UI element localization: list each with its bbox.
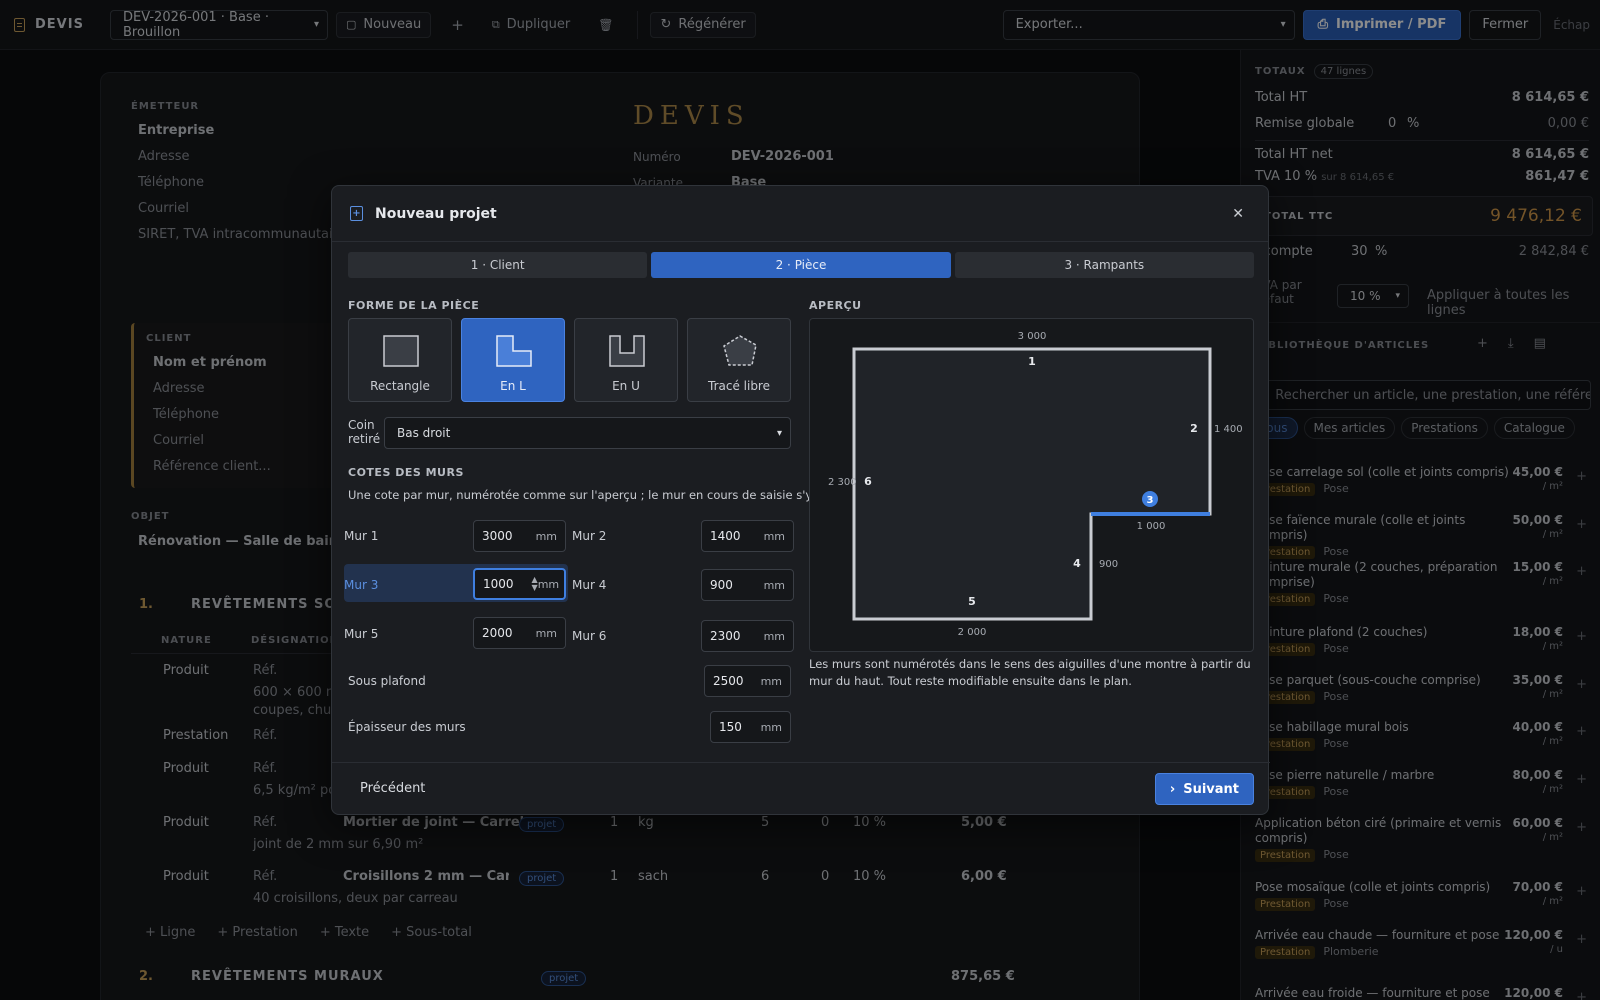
shape-l[interactable]: En L bbox=[461, 318, 565, 402]
thickness-label: Épaisseur des murs bbox=[348, 720, 466, 734]
wizard-steps: 1 · Client 2 · Pièce 3 · Rampants bbox=[348, 252, 1254, 278]
wall-4-unit: mm bbox=[763, 578, 785, 592]
room-preview: 3 000 1 400 1 000 900 2 000 2 300 1 2 3 … bbox=[809, 318, 1254, 652]
preview-note: Les murs sont numérotés dans le sens des… bbox=[809, 657, 1251, 688]
thickness-unit: mm bbox=[760, 720, 782, 734]
chevron-down-icon: ▾ bbox=[776, 427, 782, 439]
corner-select[interactable]: Bas droit ▾ bbox=[384, 417, 791, 449]
ceiling-input[interactable]: 2500 mm bbox=[704, 665, 791, 697]
wall-4-label: Mur 4 bbox=[572, 578, 607, 592]
previous-button[interactable]: Précédent bbox=[360, 781, 425, 796]
wall-2-value: 1400 bbox=[710, 529, 741, 543]
ceiling-value: 2500 bbox=[713, 674, 744, 688]
new-project-dialog: + Nouveau projet ✕ 1 · Client 2 · Pièce … bbox=[331, 185, 1270, 816]
l-shape-icon bbox=[496, 335, 532, 367]
wall-6-input[interactable]: 2300 mm bbox=[701, 620, 794, 652]
ceiling-label: Sous plafond bbox=[348, 674, 426, 688]
next-button-label: Suivant bbox=[1183, 781, 1239, 797]
wall-6-value: 2300 bbox=[710, 629, 741, 643]
wall-5-input[interactable]: 2000 mm bbox=[473, 617, 566, 649]
dim-bottom: 2 000 bbox=[958, 627, 987, 638]
freeform-icon bbox=[723, 335, 757, 366]
wall-5-unit: mm bbox=[535, 626, 557, 640]
dialog-header: + Nouveau projet ✕ bbox=[332, 186, 1268, 242]
corner-label: Coin retiré bbox=[348, 418, 381, 446]
dialog-title: Nouveau projet bbox=[375, 205, 497, 222]
wall-2-input[interactable]: 1400 mm bbox=[701, 520, 794, 552]
wall-2-label: Mur 2 bbox=[572, 529, 607, 543]
room-outline bbox=[852, 347, 1212, 621]
wall-5-label: Mur 5 bbox=[344, 627, 379, 641]
close-icon[interactable]: ✕ bbox=[1232, 206, 1250, 222]
wall-3-unit: mm bbox=[537, 577, 560, 591]
rectangle-icon bbox=[383, 335, 419, 367]
dim-top: 3 000 bbox=[1018, 331, 1047, 342]
shape-l-label: En L bbox=[500, 379, 526, 393]
shape-heading: FORME DE LA PIÈCE bbox=[348, 299, 480, 312]
wall-3-value: 1000 bbox=[483, 577, 514, 591]
wall-number-1: 1 bbox=[1028, 355, 1036, 368]
file-plus-icon: + bbox=[350, 206, 363, 221]
u-shape-icon bbox=[609, 335, 645, 367]
wall-number-4: 4 bbox=[1073, 557, 1081, 570]
dim-left: 2 300 bbox=[828, 477, 857, 488]
step-slopes[interactable]: 3 · Rampants bbox=[954, 252, 1254, 278]
shape-u[interactable]: En U bbox=[574, 318, 678, 402]
shape-freeform[interactable]: Tracé libre bbox=[687, 318, 791, 402]
walls-heading: COTES DES MURS bbox=[348, 466, 464, 479]
room-plan: 3 000 1 400 1 000 900 2 000 2 300 1 2 3 … bbox=[828, 331, 1243, 638]
preview-heading: APERÇU bbox=[809, 299, 862, 312]
thickness-input[interactable]: 150 mm bbox=[710, 711, 791, 743]
dim-step-h: 1 000 bbox=[1137, 521, 1166, 532]
wall-number-6: 6 bbox=[864, 475, 872, 488]
walls-help: Une cote par mur, numérotée comme sur l'… bbox=[348, 488, 859, 502]
step-room[interactable]: 2 · Pièce bbox=[651, 252, 951, 278]
dim-step-v: 900 bbox=[1099, 559, 1118, 570]
wall-1-value: 3000 bbox=[482, 529, 513, 543]
wall-4-value: 900 bbox=[710, 578, 733, 592]
wall-1-input[interactable]: 3000 mm bbox=[473, 520, 566, 552]
dim-right: 1 400 bbox=[1214, 424, 1243, 435]
dialog-footer: Précédent › Suivant bbox=[332, 762, 1270, 816]
wall-6-label: Mur 6 bbox=[572, 629, 607, 643]
shape-rectangle-label: Rectangle bbox=[370, 379, 430, 393]
wall-number-3: 3 bbox=[1147, 495, 1154, 506]
corner-select-value: Bas droit bbox=[397, 426, 451, 440]
next-button[interactable]: › Suivant bbox=[1154, 773, 1254, 805]
shape-u-label: En U bbox=[612, 379, 640, 393]
ceiling-unit: mm bbox=[760, 674, 782, 688]
wall-6-unit: mm bbox=[763, 629, 785, 643]
wall-2-unit: mm bbox=[763, 529, 785, 543]
wall-number-5: 5 bbox=[968, 595, 976, 608]
wall-1-unit: mm bbox=[535, 529, 557, 543]
wall-number-2: 2 bbox=[1190, 422, 1198, 435]
chevron-right-icon: › bbox=[1169, 781, 1176, 797]
thickness-value: 150 bbox=[719, 720, 742, 734]
wall-1-label: Mur 1 bbox=[344, 529, 379, 543]
wall-5-value: 2000 bbox=[482, 626, 513, 640]
wall-3-label: Mur 3 bbox=[344, 578, 379, 592]
wall-4-input[interactable]: 900 mm bbox=[701, 569, 794, 601]
wall-3-input[interactable]: 1000 ▲ ▼ mm bbox=[473, 568, 566, 600]
step-client[interactable]: 1 · Client bbox=[348, 252, 648, 278]
shape-freeform-label: Tracé libre bbox=[708, 379, 770, 393]
shape-rectangle[interactable]: Rectangle bbox=[348, 318, 452, 402]
